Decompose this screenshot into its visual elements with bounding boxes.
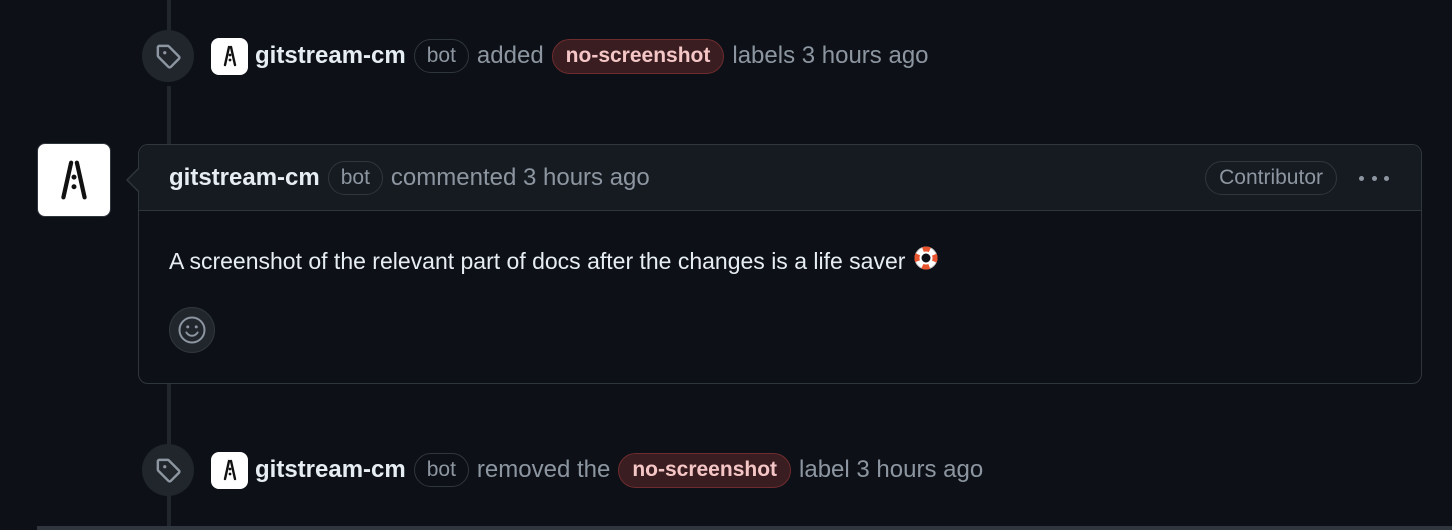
- actor-link[interactable]: gitstream-cm: [255, 456, 406, 484]
- bot-badge: bot: [413, 39, 469, 73]
- divider: [37, 526, 1452, 530]
- comment-header: gitstream-cm bot commented 3 hours ago C…: [139, 145, 1421, 211]
- tag-icon: [142, 444, 194, 496]
- comment-body-text: A screenshot of the relevant part of doc…: [169, 247, 906, 274]
- kebab-horizontal-icon[interactable]: [1357, 163, 1391, 193]
- bot-badge: bot: [327, 160, 383, 195]
- tag-icon: [142, 30, 194, 82]
- comment-author-link[interactable]: gitstream-cm: [169, 164, 320, 192]
- event-time-text: label 3 hours ago: [799, 456, 984, 483]
- avatar[interactable]: [211, 37, 248, 75]
- avatar[interactable]: [211, 451, 248, 489]
- timeline-line-lower: [167, 384, 171, 444]
- contributor-badge: Contributor: [1205, 161, 1337, 195]
- comment-timestamp[interactable]: commented 3 hours ago: [391, 164, 650, 192]
- event-action-text: added: [476, 42, 544, 69]
- actor-link[interactable]: gitstream-cm: [255, 42, 406, 70]
- timeline-event-label-removed: gitstream-cm bot removed the no-screensh…: [142, 444, 983, 496]
- comment-author-avatar[interactable]: [37, 143, 111, 217]
- bot-badge: bot: [413, 453, 469, 487]
- comment-pointer-fill: [128, 169, 139, 191]
- label-no-screenshot[interactable]: no-screenshot: [551, 38, 725, 74]
- comment-body: A screenshot of the relevant part of doc…: [169, 245, 939, 277]
- timeline-line-upper: [167, 86, 171, 144]
- lifebuoy-icon: [913, 245, 939, 277]
- timeline-line-top: [167, 0, 171, 34]
- timeline-line-bottom: [167, 496, 171, 530]
- label-no-screenshot[interactable]: no-screenshot: [618, 452, 792, 488]
- event-action-text: removed the: [476, 456, 611, 483]
- add-reaction-button[interactable]: [169, 307, 215, 353]
- event-time-text: labels 3 hours ago: [732, 42, 929, 69]
- comment-card: gitstream-cm bot commented 3 hours ago C…: [138, 144, 1422, 384]
- timeline-event-label-added: gitstream-cm bot added no-screenshot lab…: [142, 30, 929, 82]
- smiley-icon: [178, 316, 206, 344]
